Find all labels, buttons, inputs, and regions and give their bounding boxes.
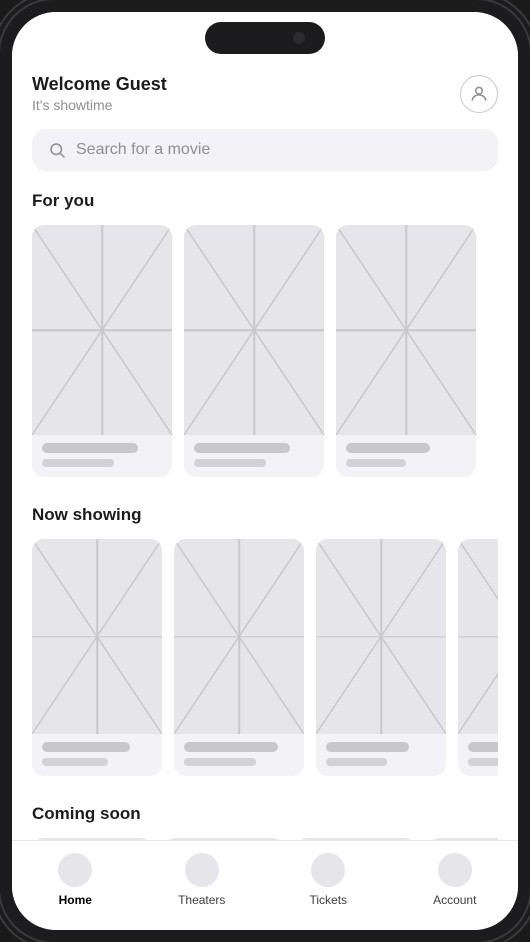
movie-info (184, 435, 324, 477)
for-you-scroll[interactable] (32, 225, 498, 481)
notch-area (12, 12, 518, 62)
movie-title-placeholder (468, 742, 498, 752)
movie-subtitle-placeholder (42, 459, 114, 467)
movie-subtitle-placeholder (346, 459, 406, 467)
nav-item-home[interactable]: Home (12, 853, 139, 907)
movie-title-placeholder (42, 443, 138, 453)
header: Welcome Guest It's showtime (32, 62, 498, 129)
movie-subtitle-placeholder (194, 459, 266, 467)
nav-label-theaters: Theaters (178, 893, 225, 907)
welcome-title: Welcome Guest (32, 74, 167, 95)
movie-info (316, 734, 446, 776)
movie-info (32, 734, 162, 776)
list-item[interactable] (428, 838, 498, 840)
movie-subtitle-placeholder (42, 758, 108, 766)
movie-poster (174, 539, 304, 734)
movie-title-placeholder (194, 443, 290, 453)
coming-poster (164, 838, 284, 840)
coming-poster (428, 838, 498, 840)
movie-poster (316, 539, 446, 734)
list-item[interactable] (32, 225, 172, 477)
nav-label-tickets: Tickets (309, 893, 347, 907)
list-item[interactable] (174, 539, 304, 776)
theaters-icon (185, 853, 219, 887)
movie-subtitle-placeholder (326, 758, 387, 766)
notch (205, 22, 325, 54)
movie-title-placeholder (346, 443, 430, 453)
nav-item-account[interactable]: Account (392, 853, 519, 907)
welcome-subtitle: It's showtime (32, 97, 167, 113)
coming-soon-scroll[interactable] (32, 838, 498, 840)
phone-screen: Welcome Guest It's showtime Search for a… (12, 12, 518, 930)
home-icon (58, 853, 92, 887)
header-text: Welcome Guest It's showtime (32, 74, 167, 113)
section-title-now-showing: Now showing (32, 505, 498, 525)
bottom-nav: Home Theaters Tickets Account (12, 840, 518, 930)
list-item[interactable] (336, 225, 476, 477)
coming-poster (32, 838, 152, 840)
list-item[interactable] (184, 225, 324, 477)
list-item[interactable] (32, 838, 152, 840)
camera-notch (293, 32, 305, 44)
movie-title-placeholder (42, 742, 130, 752)
search-bar[interactable]: Search for a movie (32, 129, 498, 171)
list-item[interactable] (32, 539, 162, 776)
section-title-for-you: For you (32, 191, 498, 211)
movie-poster (32, 225, 172, 435)
movie-title-placeholder (326, 742, 409, 752)
search-placeholder: Search for a movie (76, 141, 210, 159)
nav-label-home: Home (59, 893, 92, 907)
nav-item-theaters[interactable]: Theaters (139, 853, 266, 907)
content-area: Welcome Guest It's showtime Search for a… (12, 62, 518, 840)
movie-info (458, 734, 498, 776)
movie-info (336, 435, 476, 477)
movie-poster (458, 539, 498, 734)
search-icon (48, 141, 66, 159)
movie-subtitle-placeholder (468, 758, 498, 766)
list-item[interactable] (296, 838, 416, 840)
movie-info (32, 435, 172, 477)
account-icon (438, 853, 472, 887)
movie-title-placeholder (184, 742, 278, 752)
movie-info (174, 734, 304, 776)
phone-frame: Welcome Guest It's showtime Search for a… (0, 0, 530, 942)
list-item[interactable] (458, 539, 498, 776)
movie-poster (336, 225, 476, 435)
coming-poster (296, 838, 416, 840)
now-showing-scroll[interactable] (32, 539, 498, 780)
tickets-icon (311, 853, 345, 887)
movie-poster (184, 225, 324, 435)
movie-poster (32, 539, 162, 734)
nav-item-tickets[interactable]: Tickets (265, 853, 392, 907)
list-item[interactable] (164, 838, 284, 840)
movie-subtitle-placeholder (184, 758, 256, 766)
account-avatar[interactable] (460, 75, 498, 113)
section-title-coming-soon: Coming soon (32, 804, 498, 824)
list-item[interactable] (316, 539, 446, 776)
nav-label-account: Account (433, 893, 476, 907)
